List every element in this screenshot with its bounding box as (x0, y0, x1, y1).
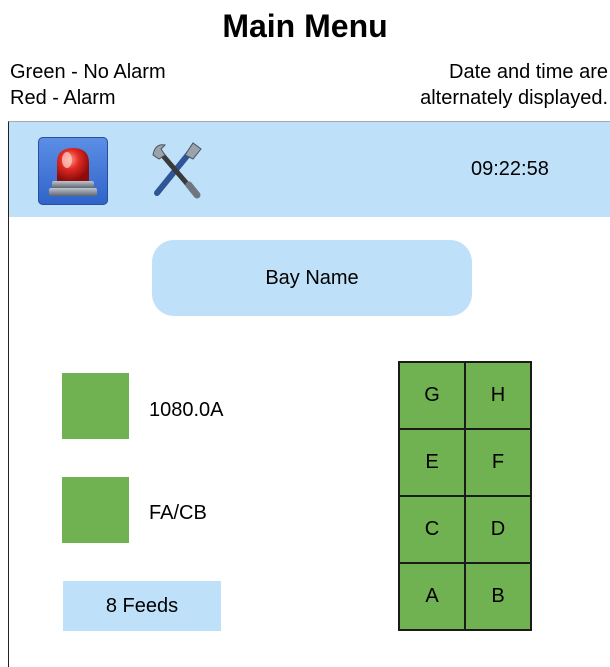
hmi-screen: 09:22:58 Bay Name 1080.0A FA/CB 8 Feeds … (8, 121, 610, 667)
datetime-note: Date and time are alternately displayed. (420, 59, 608, 111)
feeder-cell-h[interactable]: H (465, 362, 531, 429)
feeds-label: 8 Feeds (105, 594, 179, 617)
page-title: Main Menu (222, 8, 388, 44)
feeder-grid: G H E F C D A B (398, 361, 532, 631)
feeder-cell-b[interactable]: B (465, 563, 531, 630)
facb-label: FA/CB (149, 502, 207, 524)
feeder-cell-f[interactable]: F (465, 429, 531, 496)
clock-display: 09:22:58 (471, 158, 549, 180)
legend-red: Red - Alarm (10, 87, 116, 109)
feeder-cell-a[interactable]: A (399, 563, 465, 630)
color-legend: Green - No Alarm Red - Alarm (10, 59, 166, 111)
note-line-1: Date and time are (449, 61, 608, 83)
current-value: 1080.0A (149, 399, 224, 421)
tools-button[interactable] (149, 137, 205, 203)
legend-green: Green - No Alarm (10, 61, 166, 83)
feeder-cell-e[interactable]: E (399, 429, 465, 496)
feeder-cell-d[interactable]: D (465, 496, 531, 563)
alarm-beacon-icon (49, 148, 97, 196)
feeder-cell-g[interactable]: G (399, 362, 465, 429)
current-status-indicator (62, 373, 129, 439)
feeds-button[interactable]: 8 Feeds (63, 581, 221, 631)
bay-name-label: Bay Name (265, 266, 359, 289)
alarm-button[interactable] (38, 137, 108, 205)
note-line-2: alternately displayed. (420, 87, 608, 109)
bay-name-button[interactable]: Bay Name (152, 240, 472, 316)
feeder-cell-c[interactable]: C (399, 496, 465, 563)
top-bar: 09:22:58 (9, 122, 610, 217)
facb-status-indicator (62, 477, 129, 543)
tools-icon (152, 142, 202, 199)
